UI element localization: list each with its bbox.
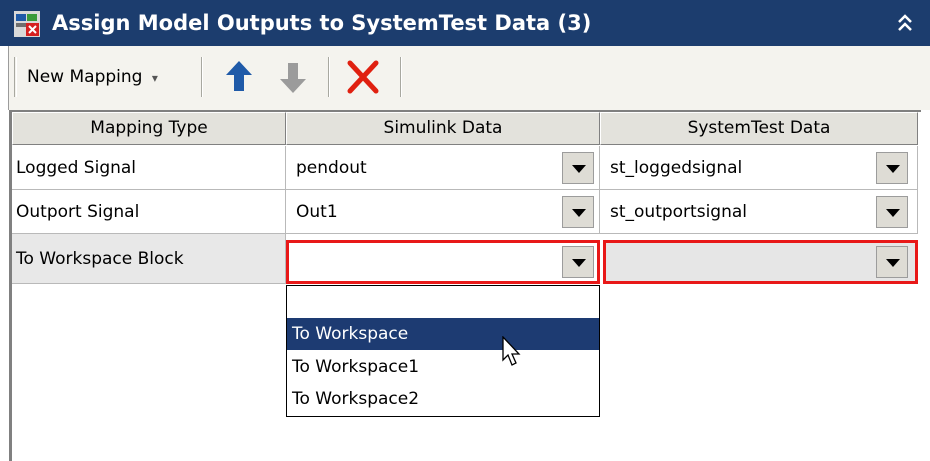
column-header-mapping-type[interactable]: Mapping Type bbox=[12, 112, 286, 145]
delete-icon[interactable] bbox=[343, 55, 383, 99]
chevron-down-icon[interactable] bbox=[876, 196, 908, 228]
simulink-data-cell[interactable]: Out1 bbox=[286, 190, 600, 234]
systemtest-data-cell[interactable]: st_loggedsignal bbox=[600, 146, 918, 190]
column-header-systemtest-data[interactable]: SystemTest Data bbox=[600, 112, 918, 145]
mapping-type-cell: Outport Signal bbox=[12, 190, 286, 234]
arrow-down-icon[interactable] bbox=[273, 55, 313, 99]
mapping-type-cell: Logged Signal bbox=[12, 146, 286, 190]
toolbar-separator bbox=[400, 57, 402, 97]
mouse-cursor-icon bbox=[502, 335, 522, 368]
app-icon bbox=[14, 11, 40, 37]
window-title: Assign Model Outputs to SystemTest Data … bbox=[52, 11, 592, 35]
chevron-down-icon[interactable] bbox=[562, 152, 594, 184]
dropdown-option[interactable]: To Workspace1 bbox=[287, 351, 599, 383]
column-header-simulink-data[interactable]: Simulink Data bbox=[286, 112, 600, 145]
arrow-up-icon[interactable] bbox=[219, 55, 259, 99]
collapse-icon[interactable] bbox=[893, 10, 917, 36]
chevron-down-icon: ▾ bbox=[151, 71, 158, 85]
simulink-data-combobox[interactable] bbox=[286, 240, 600, 284]
chevron-down-icon[interactable] bbox=[876, 246, 908, 278]
systemtest-data-cell[interactable]: st_outportsignal bbox=[600, 190, 918, 234]
chevron-down-icon[interactable] bbox=[876, 152, 908, 184]
chevron-down-icon[interactable] bbox=[562, 196, 594, 228]
dropdown-option[interactable] bbox=[287, 286, 599, 318]
mapping-type-cell: To Workspace Block bbox=[12, 234, 286, 284]
dropdown-option[interactable]: To Workspace2 bbox=[287, 383, 599, 415]
chevron-down-icon[interactable] bbox=[562, 246, 594, 278]
new-mapping-label: New Mapping bbox=[27, 67, 143, 87]
simulink-data-cell[interactable]: pendout bbox=[286, 146, 600, 190]
toolbar-separator bbox=[328, 57, 330, 97]
new-mapping-button[interactable]: New Mapping ▾ bbox=[17, 57, 168, 97]
systemtest-data-combobox[interactable] bbox=[603, 240, 918, 284]
dropdown-option-selected[interactable]: To Workspace bbox=[287, 318, 599, 350]
toolbar-separator bbox=[201, 57, 203, 97]
